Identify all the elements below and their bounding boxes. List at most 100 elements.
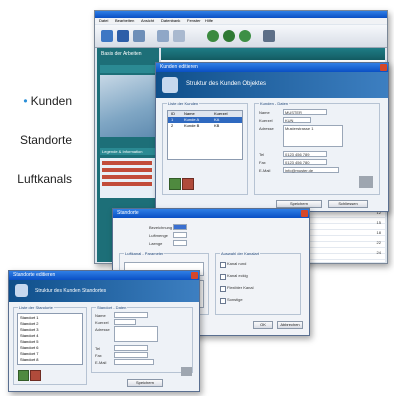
- checkbox-flex[interactable]: [220, 286, 226, 292]
- close-icon[interactable]: [191, 272, 198, 279]
- client-header: Struktur des Kunden Objektes: [156, 72, 388, 98]
- label-designation: Bezeichnung: [149, 225, 173, 230]
- location-list-caption: Liste der Standorte: [18, 305, 54, 310]
- save-button[interactable]: Speichern: [276, 200, 322, 208]
- location-address-field[interactable]: [114, 326, 158, 342]
- status-number: 24: [376, 250, 381, 255]
- duct-param-caption: Luftkanal - Parameter: [124, 251, 165, 256]
- ducts-label: Luftkanals: [17, 172, 72, 186]
- location-header-icon: [15, 284, 28, 297]
- toolbar-globe3-icon[interactable]: [239, 30, 251, 42]
- client-header-icon: [162, 77, 178, 93]
- phone-field[interactable]: 0123 456 789: [283, 151, 327, 157]
- legend-row[interactable]: [102, 168, 152, 172]
- menu-bar: Datei Bearbeiten Ansicht Datenbank Fenst…: [95, 18, 387, 24]
- address-field[interactable]: Musterstrasse 1: [283, 125, 343, 147]
- label-address: Adresse: [259, 126, 274, 131]
- location-tab[interactable]: Standorte: [100, 65, 156, 79]
- location-phone-field[interactable]: [114, 345, 148, 351]
- client-detail-caption: Kunden - Daten: [259, 101, 290, 106]
- menu-datenbank[interactable]: Datenbank: [161, 18, 180, 24]
- cancel-button[interactable]: Abbrechen: [277, 321, 303, 329]
- location-detail-group: Standort - Daten Name Kuerzel Adresse Te…: [91, 305, 193, 373]
- menu-ansicht[interactable]: Ansicht: [141, 18, 154, 24]
- status-number: 22: [376, 240, 381, 245]
- close-button[interactable]: Schliessen: [328, 200, 368, 208]
- label-email: E-Mail: [259, 168, 271, 173]
- location-header-heading: Struktur des Kunden Standortes: [35, 288, 107, 294]
- client-table: ID Name Kuerzel 1 Kunde A KA 2 Kunde B K…: [167, 110, 243, 160]
- checkbox-other[interactable]: [220, 298, 226, 304]
- checkbox-square[interactable]: [220, 274, 226, 280]
- client-dialog-titlebar: Kunden editieren: [156, 63, 388, 72]
- menu-hilfe[interactable]: Hilfe: [205, 18, 213, 24]
- edit-location-icon[interactable]: [30, 370, 41, 381]
- duct-dialog-titlebar: Standorte: [113, 209, 309, 218]
- legend-row[interactable]: [102, 182, 152, 186]
- edit-client-icon[interactable]: [182, 178, 194, 190]
- toolbar-new-icon[interactable]: [101, 30, 113, 42]
- fax-field[interactable]: 0123 456 780: [283, 159, 327, 165]
- location-dialog: Standorte editieren Struktur des Kunden …: [8, 270, 200, 392]
- toolbar-save-icon[interactable]: [117, 30, 129, 42]
- location-fax-field[interactable]: [114, 352, 148, 358]
- duct-type-caption: Auswahl der Kanalart: [220, 251, 261, 256]
- location-table: Standort 1 Standort 2 Standort 3 Standor…: [17, 313, 83, 365]
- toolbar-globe2-icon[interactable]: [223, 30, 235, 42]
- checkbox-round[interactable]: [220, 262, 226, 268]
- label-short: Kuerzel: [259, 118, 273, 123]
- toolbar-copy-icon[interactable]: [157, 30, 169, 42]
- customers-label: • Kunden: [23, 94, 72, 108]
- content-header: [161, 48, 385, 60]
- table-row[interactable]: 2 Kunde B KB: [168, 123, 242, 129]
- client-dialog: Kunden editieren Struktur des Kunden Obj…: [155, 62, 389, 212]
- bullet: •: [23, 94, 28, 108]
- client-image-placeholder: [359, 176, 373, 188]
- location-detail-caption: Standort - Daten: [96, 305, 128, 310]
- duct-type-group: Auswahl der Kanalart Kanal rund Kanal ec…: [215, 251, 301, 315]
- client-detail-group: Kunden - Daten Name MUSTER Kuerzel KUN A…: [254, 101, 380, 195]
- menu-bearbeiten[interactable]: Bearbeiten: [115, 18, 134, 24]
- legend-row[interactable]: [102, 175, 152, 179]
- location-short-field[interactable]: [114, 319, 136, 325]
- status-number: 15: [376, 220, 381, 225]
- location-save-button[interactable]: Speichern: [127, 379, 163, 387]
- short-field[interactable]: KUN: [283, 117, 311, 123]
- location-name-field[interactable]: [114, 312, 148, 318]
- label-name: Name: [259, 110, 270, 115]
- client-list-caption: Liste der Kunden: [167, 101, 200, 106]
- label-length: Laenge: [149, 241, 163, 246]
- close-icon[interactable]: [380, 64, 387, 71]
- airflow-field[interactable]: [173, 232, 187, 238]
- location-dialog-title: Standorte editieren: [13, 272, 56, 278]
- client-list-group: Liste der Kunden ID Name Kuerzel 1 Kunde…: [162, 101, 248, 195]
- designation-field[interactable]: [173, 224, 187, 230]
- add-client-icon[interactable]: [169, 178, 181, 190]
- legend-list: [100, 158, 156, 198]
- add-location-icon[interactable]: [18, 370, 29, 381]
- ok-button[interactable]: OK: [253, 321, 273, 329]
- legend-row[interactable]: [102, 161, 152, 165]
- toolbar-print-icon[interactable]: [133, 30, 145, 42]
- email-field[interactable]: info@muster.de: [283, 167, 339, 173]
- preview-image: [100, 75, 156, 137]
- name-field[interactable]: MUSTER: [283, 109, 327, 115]
- location-header: Struktur des Kunden Standortes: [9, 280, 199, 302]
- toolbar-paste-icon[interactable]: [173, 30, 185, 42]
- toolbar-globe1-icon[interactable]: [207, 30, 219, 42]
- close-icon[interactable]: [301, 210, 308, 217]
- list-item[interactable]: Standort 8: [18, 357, 82, 363]
- main-titlebar: [95, 11, 387, 18]
- client-dialog-title: Kunden editieren: [160, 64, 198, 70]
- toolbar: [95, 25, 387, 48]
- status-number: 18: [376, 230, 381, 235]
- location-image-placeholder: [181, 367, 192, 376]
- menu-fenster[interactable]: Fenster: [187, 18, 201, 24]
- location-email-field[interactable]: [114, 359, 154, 365]
- toolbar-tool-icon[interactable]: [263, 30, 275, 42]
- duct-dialog-title: Standorte: [117, 210, 139, 216]
- menu-datei[interactable]: Datei: [99, 18, 108, 24]
- length-field[interactable]: [173, 240, 187, 246]
- label-phone: Tel: [259, 152, 265, 157]
- client-header-heading: Struktur des Kunden Objektes: [186, 81, 267, 87]
